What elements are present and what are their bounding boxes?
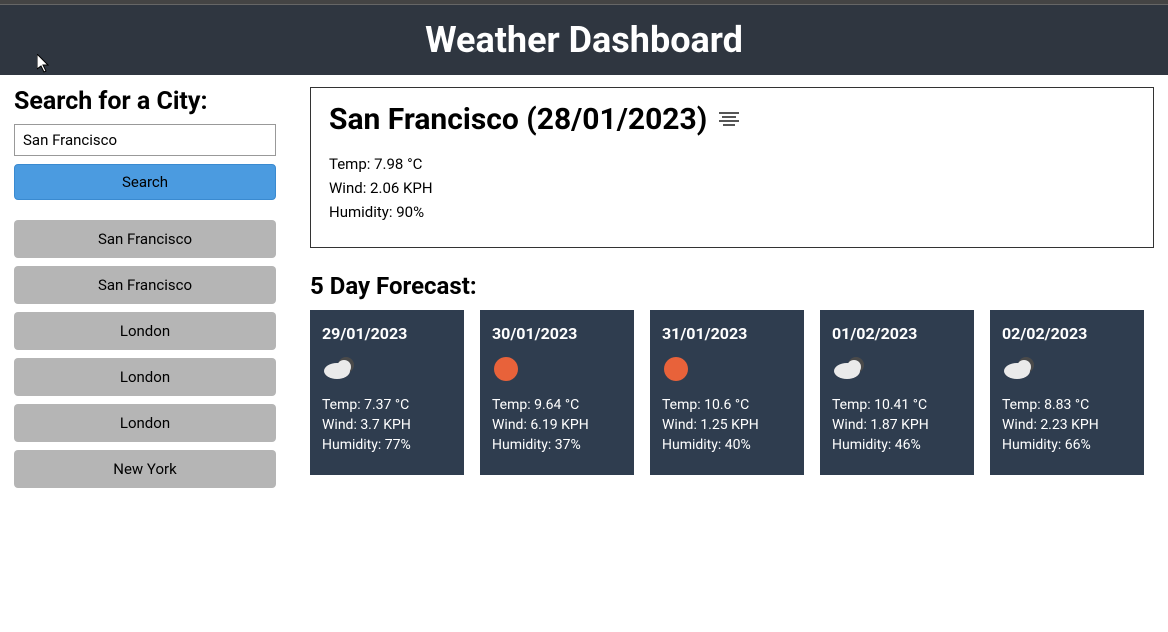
main-panel: San Francisco (28/01/2023) Temp: 7.98 °C… [294, 87, 1154, 488]
current-humidity: Humidity: 90% [329, 203, 1135, 221]
forecast-humidity: Humidity: 37% [492, 437, 622, 453]
forecast-wind: Wind: 3.7 KPH [322, 417, 452, 433]
forecast-stats: Temp: 8.83 °C Wind: 2.23 KPH Humidity: 6… [1002, 397, 1132, 453]
history-item[interactable]: New York [14, 450, 276, 488]
forecast-date: 02/02/2023 [1002, 324, 1132, 343]
forecast-temp: Temp: 7.37 °C [322, 397, 452, 413]
forecast-temp: Temp: 8.83 °C [1002, 397, 1132, 413]
forecast-temp: Temp: 10.6 °C [662, 397, 792, 413]
forecast-wind: Wind: 6.19 KPH [492, 417, 622, 433]
forecast-date: 31/01/2023 [662, 324, 792, 343]
history-item[interactable]: London [14, 404, 276, 442]
forecast-humidity: Humidity: 40% [662, 437, 792, 453]
forecast-stats: Temp: 9.64 °C Wind: 6.19 KPH Humidity: 3… [492, 397, 622, 453]
forecast-humidity: Humidity: 77% [322, 437, 452, 453]
current-wind: Wind: 2.06 KPH [329, 179, 1135, 197]
history-item[interactable]: San Francisco [14, 220, 276, 258]
app-title: Weather Dashboard [425, 19, 743, 61]
current-temp: Temp: 7.98 °C [329, 155, 1135, 173]
forecast-humidity: Humidity: 46% [832, 437, 962, 453]
forecast-card: 30/01/2023 Temp: 9.64 °C Wind: 6.19 KPH … [480, 310, 634, 475]
current-weather-card: San Francisco (28/01/2023) Temp: 7.98 °C… [310, 87, 1154, 248]
forecast-card: 01/02/2023 Temp: 10.41 °C Wind: 1.87 KPH… [820, 310, 974, 475]
current-weather-title: San Francisco (28/01/2023) [329, 102, 1135, 137]
forecast-card: 31/01/2023 Temp: 10.6 °C Wind: 1.25 KPH … [650, 310, 804, 475]
forecast-card: 29/01/2023 Temp: 7.37 °C Wind: 3.7 KPH H… [310, 310, 464, 475]
current-stats: Temp: 7.98 °C Wind: 2.06 KPH Humidity: 9… [329, 155, 1135, 221]
fog-icon [717, 102, 741, 137]
forecast-row: 29/01/2023 Temp: 7.37 °C Wind: 3.7 KPH H… [310, 310, 1154, 475]
forecast-stats: Temp: 10.6 °C Wind: 1.25 KPH Humidity: 4… [662, 397, 792, 453]
forecast-date: 29/01/2023 [322, 324, 452, 343]
forecast-stats: Temp: 7.37 °C Wind: 3.7 KPH Humidity: 77… [322, 397, 452, 453]
history-item[interactable]: London [14, 358, 276, 396]
sun-icon [662, 355, 792, 383]
sidebar: Search for a City: Search San Francisco … [14, 87, 294, 488]
forecast-card: 02/02/2023 Temp: 8.83 °C Wind: 2.23 KPH … [990, 310, 1144, 475]
forecast-date: 30/01/2023 [492, 324, 622, 343]
forecast-date: 01/02/2023 [832, 324, 962, 343]
main-container: Search for a City: Search San Francisco … [0, 75, 1168, 500]
search-button[interactable]: Search [14, 164, 276, 200]
forecast-temp: Temp: 9.64 °C [492, 397, 622, 413]
cloud-icon [832, 355, 962, 383]
city-search-input[interactable] [14, 124, 276, 156]
sun-icon [492, 355, 622, 383]
forecast-heading: 5 Day Forecast: [310, 272, 1154, 300]
forecast-temp: Temp: 10.41 °C [832, 397, 962, 413]
current-city-date: San Francisco (28/01/2023) [329, 102, 707, 137]
history-item[interactable]: London [14, 312, 276, 350]
forecast-stats: Temp: 10.41 °C Wind: 1.87 KPH Humidity: … [832, 397, 962, 453]
search-heading: Search for a City: [14, 87, 294, 116]
history-item[interactable]: San Francisco [14, 266, 276, 304]
cloud-icon [1002, 355, 1132, 383]
history-list: San Francisco San Francisco London Londo… [14, 220, 294, 488]
cloud-icon [322, 355, 452, 383]
forecast-wind: Wind: 1.25 KPH [662, 417, 792, 433]
forecast-wind: Wind: 2.23 KPH [1002, 417, 1132, 433]
forecast-humidity: Humidity: 66% [1002, 437, 1132, 453]
app-header: Weather Dashboard [0, 5, 1168, 75]
forecast-wind: Wind: 1.87 KPH [832, 417, 962, 433]
